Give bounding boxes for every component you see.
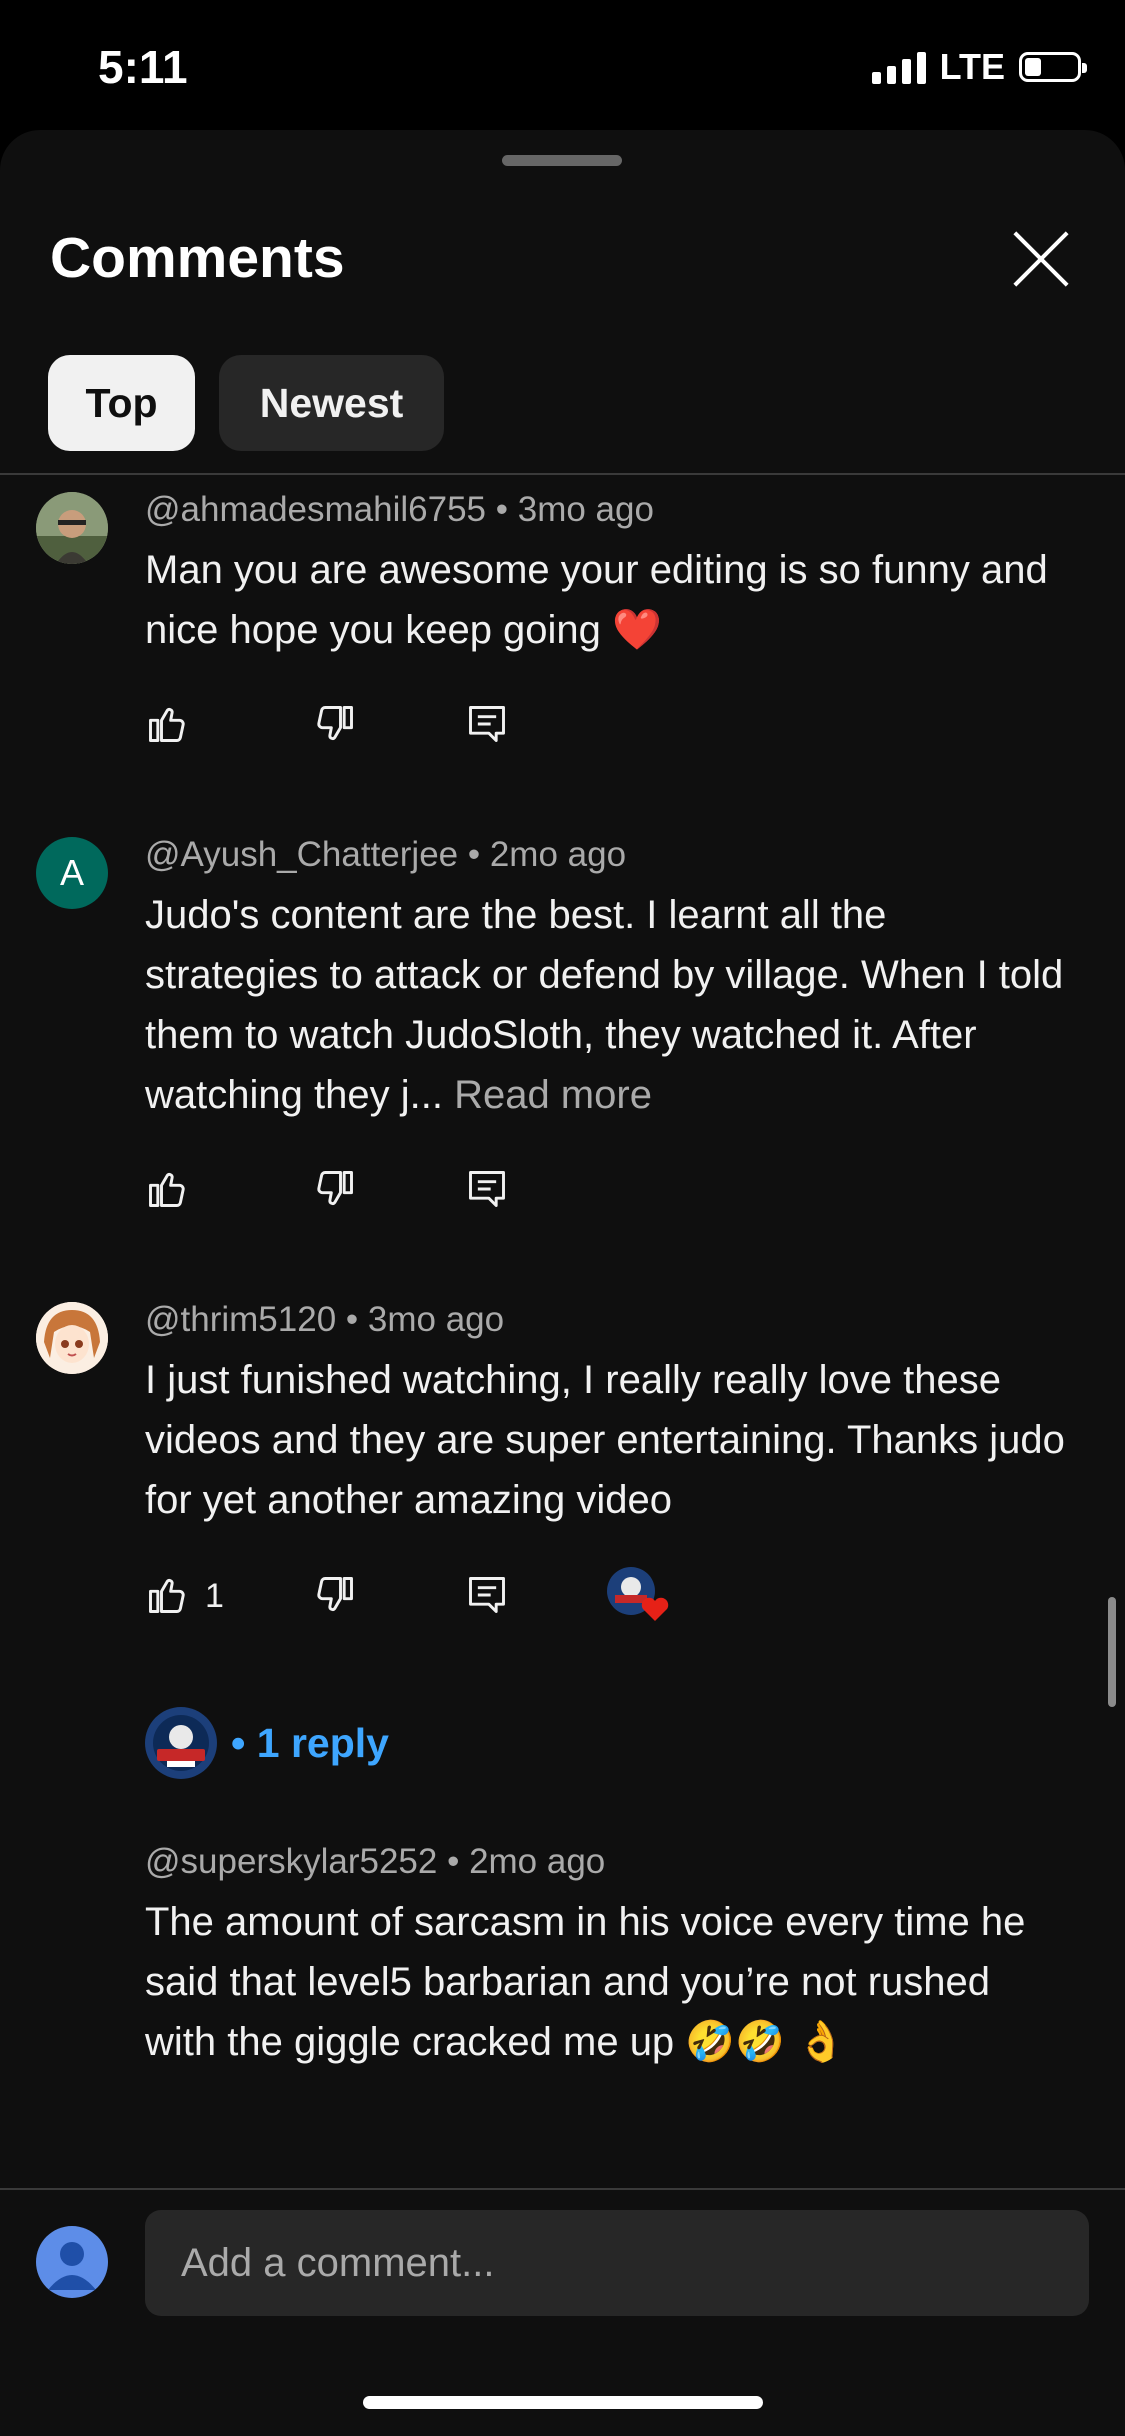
meta-separator: • bbox=[447, 1842, 470, 1881]
comment-list: @ahmadesmahil6755 • 3mo ago Man you are … bbox=[0, 345, 1125, 2188]
like-icon[interactable] bbox=[145, 702, 189, 746]
battery-icon bbox=[1019, 52, 1087, 82]
replies-link[interactable]: • 1 reply bbox=[231, 1720, 389, 1767]
divider bbox=[0, 2188, 1125, 2190]
comment-text: Man you are awesome your editing is so f… bbox=[145, 548, 1048, 652]
comment-actions bbox=[145, 702, 745, 762]
drag-handle[interactable] bbox=[502, 155, 622, 166]
replies-toggle[interactable]: • 1 reply bbox=[145, 1707, 389, 1779]
signal-icon bbox=[871, 50, 926, 84]
comment-author[interactable]: @superskylar5252 bbox=[145, 1842, 437, 1881]
comment-time: 2mo ago bbox=[469, 1842, 606, 1881]
avatar-letter: A bbox=[59, 852, 84, 893]
avatar[interactable]: A bbox=[36, 837, 108, 909]
like-count: 1 bbox=[205, 1577, 224, 1615]
comment-input[interactable]: Add a comment... bbox=[145, 2210, 1089, 2316]
avatar[interactable] bbox=[36, 492, 108, 564]
comment-actions: 1 bbox=[145, 1567, 745, 1633]
like-icon[interactable] bbox=[145, 1573, 189, 1617]
anime-avatar-icon bbox=[36, 1302, 108, 1374]
meta-separator: • bbox=[495, 490, 518, 529]
dislike-icon[interactable] bbox=[313, 702, 357, 746]
status-indicators: LTE bbox=[871, 46, 1087, 88]
avatar[interactable] bbox=[36, 1302, 108, 1374]
comment-time: 3mo ago bbox=[367, 1300, 505, 1339]
comment-text: Judo's content are the best. I learnt al… bbox=[145, 885, 1065, 1125]
reply-icon[interactable] bbox=[465, 1573, 509, 1617]
home-indicator[interactable] bbox=[363, 2396, 763, 2409]
scrollbar[interactable] bbox=[1108, 1597, 1116, 1707]
like-icon[interactable] bbox=[145, 1167, 189, 1211]
comment-actions bbox=[145, 1167, 745, 1227]
comment-text: The amount of sarcasm in his voice every… bbox=[145, 1900, 1026, 2064]
comment-text: I just funished watching, I really reall… bbox=[145, 1358, 1065, 1522]
comment-author[interactable]: @ahmadesmahil6755 bbox=[145, 490, 486, 529]
creator-heart-icon bbox=[607, 1567, 669, 1621]
network-label: LTE bbox=[939, 46, 1005, 87]
comment-time: 2mo ago bbox=[489, 835, 627, 874]
comment-time: 3mo ago bbox=[517, 490, 654, 529]
meta-separator: • bbox=[467, 835, 490, 874]
close-button[interactable] bbox=[1008, 226, 1074, 292]
comment-author[interactable]: @thrim5120 bbox=[145, 1300, 336, 1339]
channel-avatar-icon bbox=[145, 1707, 217, 1779]
sheet-title: Comments bbox=[50, 226, 345, 290]
meta-separator: • bbox=[345, 1300, 368, 1339]
user-photo-icon bbox=[36, 492, 108, 564]
user-avatar bbox=[36, 2226, 108, 2298]
reply-icon[interactable] bbox=[465, 702, 509, 746]
dislike-icon[interactable] bbox=[313, 1573, 357, 1617]
read-more-link[interactable]: Read more bbox=[454, 1073, 652, 1117]
reply-icon[interactable] bbox=[465, 1167, 509, 1211]
status-bar: 5:11 LTE bbox=[0, 0, 1125, 130]
dislike-icon[interactable] bbox=[313, 1167, 357, 1211]
status-time: 5:11 bbox=[98, 41, 188, 93]
person-icon bbox=[48, 2242, 96, 2290]
comment-author[interactable]: @Ayush_Chatterjee bbox=[145, 835, 458, 874]
